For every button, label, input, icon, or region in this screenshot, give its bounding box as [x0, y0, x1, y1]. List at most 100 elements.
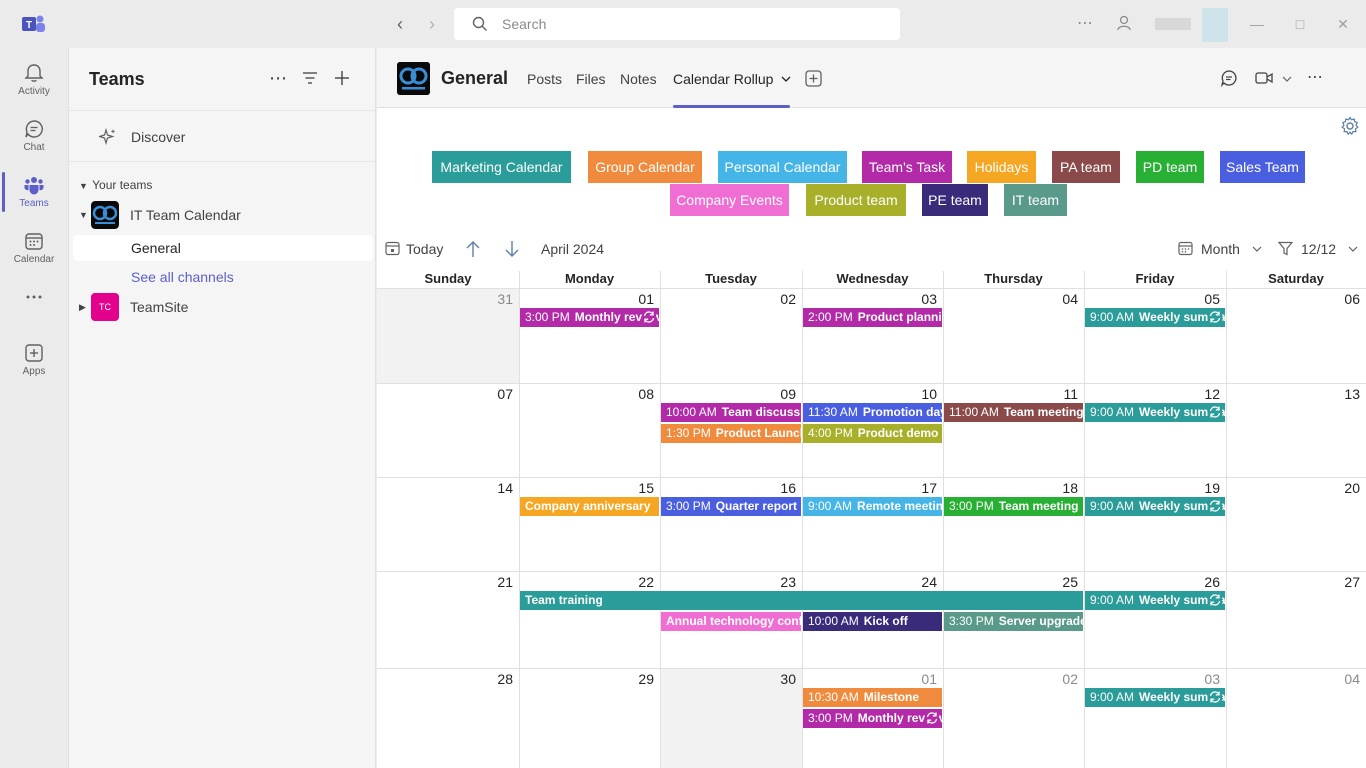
day-number[interactable]: 22	[624, 574, 654, 590]
day-number[interactable]: 01	[624, 291, 654, 307]
rail-more[interactable]	[0, 278, 68, 330]
legend-chip[interactable]: Marketing Calendar	[432, 151, 571, 183]
calendar-event[interactable]: 9:00 AMWeekly summary	[1085, 497, 1225, 516]
tab-calendar-rollup[interactable]: Calendar Rollup	[673, 71, 791, 87]
legend-chip[interactable]: Sales Team	[1220, 151, 1305, 183]
rail-teams[interactable]: Teams	[0, 166, 68, 218]
minimize-icon[interactable]: —	[1247, 14, 1267, 34]
calendar-event[interactable]: 11:00 AM Team meeting	[944, 403, 1083, 422]
day-number[interactable]: 08	[624, 386, 654, 402]
day-number[interactable]: 13	[1330, 386, 1360, 402]
calendar-event[interactable]: 9:00 AMWeekly summary	[1085, 308, 1225, 327]
tab-notes[interactable]: Notes	[620, 71, 657, 87]
more-options-icon[interactable]: ⋯	[268, 68, 288, 88]
add-tab-icon[interactable]	[805, 70, 822, 87]
calendar-event[interactable]: Team training	[520, 591, 1083, 610]
day-number[interactable]: 01	[907, 671, 937, 687]
filter-icon[interactable]	[302, 70, 318, 86]
day-number[interactable]: 30	[766, 671, 796, 687]
day-number[interactable]: 03	[907, 291, 937, 307]
day-number[interactable]: 04	[1330, 671, 1360, 687]
arrow-up-icon[interactable]	[465, 240, 481, 258]
chevron-down-icon[interactable]	[1282, 74, 1292, 84]
team-it-team-calendar[interactable]: ▼ IT Team Calendar	[79, 201, 369, 231]
calendar-event[interactable]: 9:00 AMWeekly summary	[1085, 591, 1225, 610]
calendar-event[interactable]: 11:30 AM Promotion day	[803, 403, 942, 422]
calendar-event[interactable]: 3:00 PM Monthly review	[520, 308, 659, 327]
calendar-event[interactable]: 10:00 AM Team discussion	[661, 403, 801, 422]
day-number[interactable]: 17	[907, 480, 937, 496]
calendar-event[interactable]: Annual technology conference	[661, 612, 801, 631]
calendar-event[interactable]: Company anniversary	[520, 497, 659, 516]
today-button[interactable]: Today	[385, 241, 443, 257]
day-number[interactable]: 31	[483, 291, 513, 307]
avatar[interactable]	[1202, 8, 1228, 42]
day-number[interactable]: 16	[766, 480, 796, 496]
day-number[interactable]: 02	[1048, 671, 1078, 687]
day-number[interactable]: 04	[1048, 291, 1078, 307]
video-call-icon[interactable]	[1255, 70, 1273, 86]
day-number[interactable]: 29	[624, 671, 654, 687]
day-number[interactable]: 19	[1190, 480, 1220, 496]
day-number[interactable]: 07	[483, 386, 513, 402]
filter-selector[interactable]: 12/12	[1277, 241, 1358, 257]
legend-chip[interactable]: Company Events	[670, 184, 789, 216]
day-number[interactable]: 06	[1330, 291, 1360, 307]
team-teamsite[interactable]: ▶ TC TeamSite	[79, 293, 369, 323]
legend-chip[interactable]: Group Calendar	[588, 151, 702, 183]
search-box[interactable]	[454, 8, 900, 40]
back-arrow-icon[interactable]: ‹	[390, 14, 410, 34]
day-number[interactable]: 28	[483, 671, 513, 687]
legend-chip[interactable]: IT team	[1004, 184, 1067, 216]
day-number[interactable]: 27	[1330, 574, 1360, 590]
day-number[interactable]: 20	[1330, 480, 1360, 496]
tab-posts[interactable]: Posts	[527, 71, 562, 87]
day-number[interactable]: 15	[624, 480, 654, 496]
day-number[interactable]: 14	[483, 480, 513, 496]
rail-calendar[interactable]: Calendar	[0, 222, 68, 274]
day-number[interactable]: 12	[1190, 386, 1220, 402]
day-number[interactable]: 24	[907, 574, 937, 590]
day-number[interactable]: 11	[1048, 386, 1078, 402]
rail-chat[interactable]: Chat	[0, 110, 68, 162]
maximize-icon[interactable]: □	[1290, 14, 1310, 34]
day-number[interactable]: 26	[1190, 574, 1220, 590]
channel-general[interactable]: General	[73, 235, 373, 261]
more-options-icon[interactable]: ⋯	[1075, 14, 1095, 34]
calendar-event[interactable]: 3:00 PM Monthly review	[803, 709, 942, 728]
search-input[interactable]	[502, 8, 882, 40]
calendar-event[interactable]: 4:00 PM Product demo	[803, 424, 942, 443]
legend-chip[interactable]: PE team	[922, 184, 988, 216]
legend-chip[interactable]: Holidays	[967, 151, 1036, 183]
calendar-event[interactable]: 2:00 PM Product planning	[803, 308, 942, 327]
day-number[interactable]: 23	[766, 574, 796, 590]
calendar-event[interactable]: 3:30 PM Server upgrade	[944, 612, 1083, 631]
see-all-channels-link[interactable]: See all channels	[73, 264, 373, 290]
calendar-event[interactable]: 1:30 PM Product Launch	[661, 424, 801, 443]
view-selector[interactable]: Month	[1178, 241, 1262, 257]
calendar-event[interactable]: 9:00 AM Remote meeting	[803, 497, 942, 516]
calendar-event[interactable]: 10:00 AM Kick off	[803, 612, 942, 631]
forward-arrow-icon[interactable]: ›	[422, 14, 442, 34]
rail-apps[interactable]: Apps	[0, 334, 68, 386]
more-options-icon[interactable]: ⋯	[1305, 68, 1325, 88]
calendar-event[interactable]: 3:00 PM Quarter report	[661, 497, 801, 516]
conversation-icon[interactable]	[1220, 69, 1238, 87]
calendar-event[interactable]: 3:00 PM Team meeting	[944, 497, 1083, 516]
close-icon[interactable]: ✕	[1333, 14, 1353, 34]
your-teams-header[interactable]: ▼ Your teams	[79, 178, 152, 192]
day-number[interactable]: 05	[1190, 291, 1220, 307]
rail-activity[interactable]: Activity	[0, 54, 68, 106]
legend-chip[interactable]: PA team	[1052, 151, 1120, 183]
legend-chip[interactable]: Product team	[806, 184, 906, 216]
day-number[interactable]: 09	[766, 386, 796, 402]
current-period[interactable]: April 2024	[541, 241, 604, 257]
day-number[interactable]: 18	[1048, 480, 1078, 496]
day-number[interactable]: 21	[483, 574, 513, 590]
calendar-event[interactable]: 10:30 AM Milestone	[803, 688, 942, 707]
tab-files[interactable]: Files	[576, 71, 606, 87]
calendar-event[interactable]: 9:00 AMWeekly summary	[1085, 403, 1225, 422]
add-icon[interactable]	[333, 69, 351, 87]
people-settings-icon[interactable]	[1116, 14, 1134, 32]
settings-gear-icon[interactable]	[1340, 116, 1360, 136]
